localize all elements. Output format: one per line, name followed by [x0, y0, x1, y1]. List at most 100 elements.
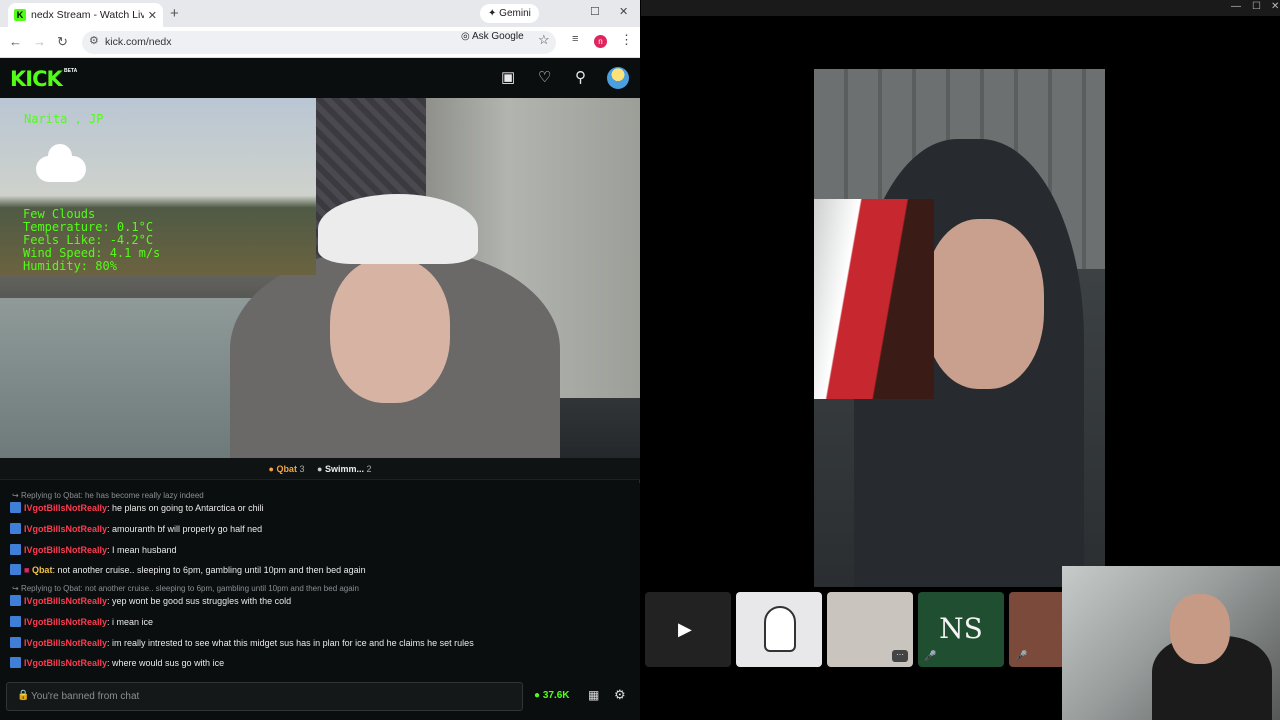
sub-badge-icon — [10, 544, 21, 555]
gifter-name[interactable]: Qbat — [276, 464, 297, 474]
sub-badge-icon — [10, 523, 21, 534]
chat-input-placeholder: You're banned from chat — [31, 691, 140, 702]
main-caller-video[interactable] — [814, 69, 1105, 587]
chat-username[interactable]: IVgotBillsNotReally — [24, 503, 107, 513]
reply-context: ↪ Replying to Qbat: he has become really… — [12, 491, 204, 500]
browser-tab[interactable]: K nedx Stream - Watch Live on K ✕ — [8, 3, 163, 27]
chat-text: : yep wont be good sus struggles with th… — [107, 596, 292, 606]
gemini-label: Gemini — [499, 8, 531, 19]
browser-menu-icon[interactable]: ⋮ — [620, 32, 633, 48]
chat-username[interactable]: IVgotBillsNotReally — [24, 545, 107, 555]
chat-feed[interactable]: ↪ Replying to Qbat: he has become really… — [0, 483, 640, 673]
maximize-window-icon[interactable]: ☐ — [1252, 1, 1261, 12]
ask-google-button[interactable]: ◎ Ask Google — [461, 31, 524, 42]
chat-input[interactable]: 🔒 You're banned from chat — [6, 682, 523, 711]
url-text: kick.com/nedx — [105, 36, 172, 48]
gift-badge-icon: ● — [317, 464, 323, 474]
reply-text: Replying to Qbat: he has become really l… — [20, 491, 204, 500]
ghost-avatar-icon — [764, 606, 796, 652]
reload-icon[interactable]: ↻ — [57, 34, 68, 50]
chat-message: IVgotBillsNotReally: amouranth bf will p… — [10, 523, 262, 534]
chat-message: IVgotBillsNotReally: yep wont be good su… — [10, 595, 291, 606]
sub-badge-icon — [10, 502, 21, 513]
more-options-icon[interactable]: ··· — [892, 650, 908, 662]
close-window-icon[interactable]: ✕ — [1271, 1, 1279, 12]
webcam-person-head — [1170, 594, 1230, 664]
reply-context: ↪ Replying to Qbat: not another cruise..… — [12, 584, 359, 593]
chat-text: : not another cruise.. sleeping to 6pm, … — [52, 565, 366, 575]
beta-label: BETA — [64, 68, 78, 74]
user-avatar[interactable] — [607, 67, 629, 89]
caller-face — [924, 219, 1044, 389]
gemini-button[interactable]: ✦ Gemini — [480, 4, 539, 23]
mic-muted-icon: 🎤 — [924, 651, 937, 662]
site-info-icon[interactable]: ⚙ — [89, 34, 99, 47]
heart-icon[interactable]: ♡ — [538, 68, 551, 86]
vip-badge-icon: ■ — [24, 565, 32, 575]
sub-badge-icon — [10, 657, 21, 668]
reply-text: Replying to Qbat: not another cruise.. s… — [20, 584, 359, 593]
kick-favicon-icon: K — [14, 9, 26, 21]
lock-icon: 🔒 — [17, 690, 30, 701]
sub-badge-icon — [10, 616, 21, 627]
participant-initials: NS — [939, 612, 983, 645]
participant-tile[interactable] — [736, 592, 822, 667]
chat-message: IVgotBillsNotReally: im really intrested… — [10, 637, 474, 648]
chat-message: IVgotBillsNotReally: i mean ice — [10, 616, 153, 627]
chat-text: : i mean ice — [107, 617, 154, 627]
chat-message: ■ Qbat: not another cruise.. sleeping to… — [10, 564, 366, 575]
weather-city: Narita , JP — [24, 112, 104, 126]
participant-tile[interactable]: ··· — [827, 592, 913, 667]
chat-username[interactable]: IVgotBillsNotReally — [24, 596, 107, 606]
minimize-window-icon[interactable]: — — [1231, 1, 1241, 12]
tab-title: nedx Stream - Watch Live on K — [31, 9, 144, 21]
close-window-icon[interactable]: ✕ — [619, 5, 628, 18]
weather-humidity: Humidity: 80% — [23, 259, 117, 273]
chat-username[interactable]: IVgotBillsNotReally — [24, 638, 107, 648]
mic-muted-icon: 🎤 — [1015, 651, 1028, 662]
cloud-icon — [36, 144, 86, 182]
gifter-leaderboard: ● Qbat 3 ● Swimm... 2 — [0, 458, 640, 480]
participant-tile[interactable]: NS 🎤 — [918, 592, 1004, 667]
search-icon[interactable]: ⚲ — [575, 68, 586, 86]
chat-username[interactable]: IVgotBillsNotReally — [24, 524, 107, 534]
stream-video-player[interactable]: Narita , JP Few Clouds Temperature: 0.1°… — [0, 98, 640, 458]
chat-message: IVgotBillsNotReally: where would sus go … — [10, 657, 224, 668]
kick-logo[interactable]: KICK — [10, 67, 63, 91]
viewer-count: ● 37.6K — [534, 690, 570, 701]
camera-icon: ▶ — [678, 619, 692, 639]
back-arrow-icon[interactable]: ← — [9, 34, 22, 49]
streamer-cowboy-hat — [318, 194, 478, 264]
chat-message: IVgotBillsNotReally: he plans on going t… — [10, 502, 264, 513]
gifter-name[interactable]: Swimm... — [325, 464, 364, 474]
chat-username[interactable]: Qbat — [32, 565, 53, 575]
gift-icon[interactable]: ▦ — [588, 688, 599, 702]
sub-badge-icon — [10, 637, 21, 648]
chat-username[interactable]: IVgotBillsNotReally — [24, 617, 107, 627]
chat-message: IVgotBillsNotReally: I mean husband — [10, 544, 177, 555]
tab-bar: K nedx Stream - Watch Live on K ✕ + ✦ Ge… — [0, 0, 640, 27]
close-tab-icon[interactable]: ✕ — [148, 9, 157, 22]
chat-text: : im really intrested to see what this m… — [107, 638, 474, 648]
weather-overlay: Narita , JP Few Clouds Temperature: 0.1°… — [0, 98, 316, 275]
viewer-count-value: 37.6K — [542, 690, 570, 701]
chat-username[interactable]: IVgotBillsNotReally — [24, 658, 107, 668]
profile-avatar[interactable]: n — [594, 35, 607, 48]
gifter-count: 2 — [366, 464, 372, 474]
forward-arrow-icon[interactable]: → — [33, 34, 46, 49]
maximize-window-icon[interactable]: ☐ — [590, 5, 600, 18]
new-tab-button[interactable]: + — [170, 5, 179, 22]
reading-list-icon[interactable]: ≡ — [572, 33, 578, 45]
bookmark-star-icon[interactable]: ☆ — [538, 32, 550, 48]
chat-settings-icon[interactable]: ⚙ — [614, 687, 626, 703]
call-window-titlebar: — ☐ ✕ — [641, 0, 1280, 16]
participant-tiles: ▶ ··· NS 🎤 🎤 — [645, 592, 1065, 667]
browser-window: K nedx Stream - Watch Live on K ✕ + ✦ Ge… — [0, 0, 640, 720]
caller-bottle — [814, 199, 934, 399]
chat-text: : amouranth bf will properly go half ned — [107, 524, 263, 534]
sub-badge-icon — [10, 595, 21, 606]
participant-tile[interactable]: ▶ — [645, 592, 731, 667]
browse-icon[interactable]: ▣ — [501, 68, 515, 86]
streamer-webcam — [1062, 566, 1280, 720]
participant-tile[interactable]: 🎤 — [1009, 592, 1065, 667]
